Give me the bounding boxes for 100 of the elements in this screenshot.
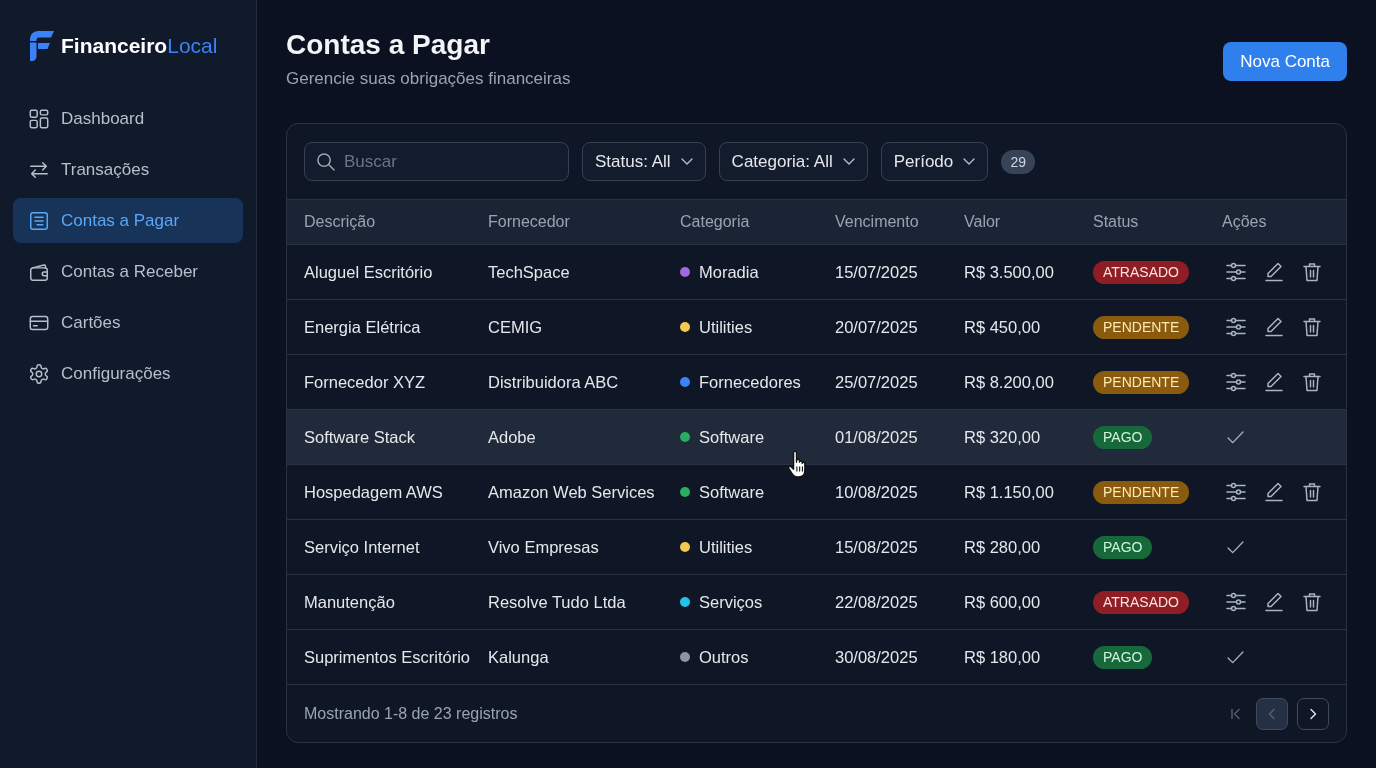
first-page-icon xyxy=(1230,707,1242,720)
document-icon xyxy=(28,209,50,232)
status-badge: ATRASADO xyxy=(1093,260,1189,284)
table-row[interactable]: Energia Elétrica CEMIG Utilities 20/07/2025 R$ 450,00 PENDENTE xyxy=(287,300,1346,355)
column-header: Status xyxy=(1093,213,1140,231)
supplier-name: Kalunga xyxy=(488,647,550,667)
grid-icon xyxy=(28,107,50,130)
supplier-name: TechSpace xyxy=(488,262,571,282)
description-text: Software Stack xyxy=(304,427,416,447)
due-date: 30/08/2025 xyxy=(835,647,919,667)
page-subtitle: Gerencie suas obrigações financeiras xyxy=(286,68,571,90)
amount-value: R$ 3.500,00 xyxy=(964,262,1055,282)
column-header: Valor xyxy=(964,213,1002,231)
caret-icon xyxy=(963,158,976,165)
due-date: 15/07/2025 xyxy=(835,262,919,282)
supplier-name: Adobe xyxy=(488,427,537,447)
column-header: Fornecedor xyxy=(488,213,571,231)
amount-value: R$ 280,00 xyxy=(964,537,1042,557)
status-badge: PAGO xyxy=(1093,535,1153,559)
supplier-name: Resolve Tudo Ltda xyxy=(488,592,627,612)
amount-value: R$ 600,00 xyxy=(964,592,1042,612)
description-text: Energia Elétrica xyxy=(304,317,422,337)
filter-dropdown[interactable]: Período xyxy=(880,142,989,181)
description-text: Suprimentos Escritório xyxy=(304,647,471,667)
table-row[interactable]: Hospedagem AWS Amazon Web Services Software 10/08/2025 R$ 1.150,00 PENDENTE xyxy=(287,465,1346,520)
filter-dropdown[interactable]: Status: All xyxy=(582,142,706,181)
category-label: Software xyxy=(699,427,765,447)
category-label: Software xyxy=(699,482,765,502)
count-badge: 29 xyxy=(1001,149,1036,174)
trash-icon[interactable] xyxy=(1302,317,1322,337)
due-date: 15/08/2025 xyxy=(835,537,919,557)
nav-item[interactable]: Contas a Pagar xyxy=(13,198,243,243)
sliders-icon[interactable] xyxy=(1226,317,1246,337)
sliders-icon[interactable] xyxy=(1226,262,1246,282)
amount-value: R$ 8.200,00 xyxy=(964,372,1055,392)
category-label: Utilities xyxy=(699,317,753,337)
category-label: Serviços xyxy=(699,592,763,612)
sliders-icon[interactable] xyxy=(1226,372,1246,392)
edit-icon[interactable] xyxy=(1264,262,1284,282)
logo-icon xyxy=(28,30,54,62)
due-date: 20/07/2025 xyxy=(835,317,919,337)
category-label: Fornecedores xyxy=(699,372,801,392)
table-row[interactable]: Manutenção Resolve Tudo Ltda Serviços 22/08/2025 R$ 600,00 ATRASADO xyxy=(287,575,1346,630)
chevron-right-icon xyxy=(1307,707,1319,720)
search-icon xyxy=(316,152,335,171)
column-header: Vencimento xyxy=(835,213,920,231)
settings-icon xyxy=(28,362,50,385)
trash-icon[interactable] xyxy=(1302,592,1322,612)
trash-icon[interactable] xyxy=(1302,372,1322,392)
edit-icon[interactable] xyxy=(1264,372,1284,392)
trash-icon[interactable] xyxy=(1302,482,1322,502)
chevron-left-icon xyxy=(1266,707,1278,720)
filter-dropdown[interactable]: Categoria: All xyxy=(718,142,868,181)
description-text: Serviço Internet xyxy=(304,537,421,557)
sliders-icon[interactable] xyxy=(1226,482,1246,502)
search-field[interactable]: Buscar xyxy=(304,142,569,181)
supplier-name: Amazon Web Services xyxy=(488,482,656,502)
nav-item[interactable]: Cartões xyxy=(13,300,243,345)
edit-icon[interactable] xyxy=(1264,482,1284,502)
pagination-summary: Mostrando 1-8 de 23 registros xyxy=(304,704,518,723)
description-text: Hospedagem AWS xyxy=(304,482,444,502)
nav-item[interactable]: Configurações xyxy=(13,351,243,396)
due-date: 01/08/2025 xyxy=(835,427,919,447)
nav-item[interactable]: Transações xyxy=(13,147,243,192)
due-date: 25/07/2025 xyxy=(835,372,919,392)
supplier-name: Vivo Empresas xyxy=(488,537,600,557)
nav-item[interactable]: Dashboard xyxy=(13,96,243,141)
supplier-name: CEMIG xyxy=(488,317,544,337)
due-date: 10/08/2025 xyxy=(835,482,919,502)
status-badge: PENDENTE xyxy=(1093,370,1190,394)
description-text: Aluguel Escritório xyxy=(304,262,434,282)
edit-icon[interactable] xyxy=(1264,317,1284,337)
table-row[interactable]: Suprimentos Escritório Kalunga Outros 30/08/2025 R$ 180,00 PAGO xyxy=(287,630,1346,685)
caret-icon xyxy=(842,158,855,165)
description-text: Fornecedor XYZ xyxy=(304,372,427,392)
category-label: Outros xyxy=(699,647,749,667)
category-label: Utilities xyxy=(699,537,753,557)
status-badge: ATRASADO xyxy=(1093,590,1189,614)
brand-name: FinanceiroLocal xyxy=(61,34,218,58)
amount-value: R$ 320,00 xyxy=(964,427,1042,447)
nav-item[interactable]: Contas a Receber xyxy=(13,249,243,294)
due-date: 22/08/2025 xyxy=(835,592,919,612)
table-row[interactable]: Aluguel Escritório TechSpace Moradia 15/07/2025 R$ 3.500,00 ATRASADO xyxy=(287,245,1346,300)
amount-value: R$ 450,00 xyxy=(964,317,1042,337)
status-badge: PENDENTE xyxy=(1093,315,1190,339)
table-row[interactable]: Serviço Internet Vivo Empresas Utilities 15/08/2025 R$ 280,00 PAGO xyxy=(287,520,1346,575)
status-badge: PAGO xyxy=(1093,425,1153,449)
amount-value: R$ 1.150,00 xyxy=(964,482,1055,502)
new-bill-button[interactable]: Nova Conta xyxy=(1223,42,1347,81)
status-badge: PENDENTE xyxy=(1093,480,1190,504)
trash-icon[interactable] xyxy=(1302,262,1322,282)
page-title: Contas a Pagar xyxy=(286,28,491,62)
supplier-name: Distribuidora ABC xyxy=(488,372,620,392)
column-header: Ações xyxy=(1222,213,1268,231)
edit-icon[interactable] xyxy=(1264,592,1284,612)
description-text: Manutenção xyxy=(304,592,396,612)
caret-icon xyxy=(680,158,693,165)
sliders-icon[interactable] xyxy=(1226,592,1246,612)
column-header: Categoria xyxy=(680,213,751,231)
status-badge: PAGO xyxy=(1093,645,1153,669)
